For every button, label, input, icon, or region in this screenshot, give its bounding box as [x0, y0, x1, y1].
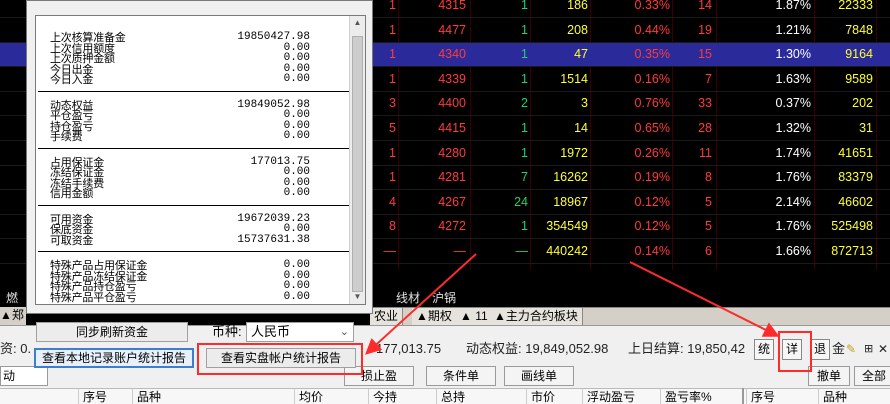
trading-terminal: 1 4315 1 186 0.33% 14 1.87% 22333 1 4477 1 208 0.44%… — [0, 0, 890, 404]
arrow-to-detail — [629, 261, 780, 337]
annotation-arrows — [365, 253, 780, 355]
arrow-to-real-report — [365, 253, 477, 355]
